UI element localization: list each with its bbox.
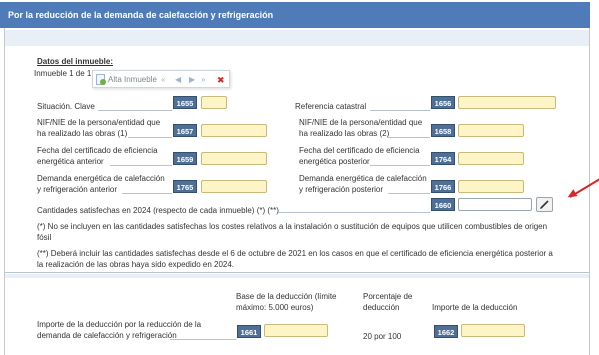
leader-line [110,165,172,166]
add-inmueble-button[interactable]: Alta Inmueble [108,74,157,85]
top-band [5,30,589,46]
add-icon [100,79,106,85]
leader-line [122,193,172,194]
code-1658: 1658 [431,124,455,137]
nif-obras-2-field[interactable] [458,124,524,137]
code-1660: 1660 [431,198,455,211]
demanda-posterior-field[interactable] [458,180,524,193]
base-deduccion-field[interactable] [264,324,328,337]
code-1766: 1766 [431,180,455,193]
dem-post-label-line2: y refrigeración posterior [299,185,384,194]
nif1-label-line2: ha realizado las obras (1) [37,129,128,138]
leader-line [370,110,430,111]
demanda-anterior-field[interactable] [201,180,267,193]
importe-deduccion-field[interactable] [461,324,525,337]
nif2-label-line2: ha realizado las obras (2) [299,129,390,138]
pencil-icon [540,200,549,209]
fecha-post-label-line2: energética posterior [299,157,370,166]
divider [5,272,589,273]
deduction-row-label-line2: demanda de calefacción y refrigeración [37,331,177,340]
col-pct-line2: deducción [363,303,400,312]
leader-line [98,110,172,111]
fecha-certificado-posterior-field[interactable] [458,152,524,165]
next-record-icon[interactable]: ▶ [189,71,195,89]
note-2-line1: (**) Deberá incluir las cantidades satis… [37,249,553,258]
fecha-post-label-line1: Fecha del certificado de eficiencia [299,146,420,155]
code-1662: 1662 [434,325,458,338]
col-importe: Importe de la deducción [432,303,518,312]
fecha-ant-label-line1: Fecha del certificado de eficiencia [37,146,158,155]
code-1656: 1656 [431,96,455,109]
note-1-line1: (*) No se incluyen en las cantidades sat… [37,222,548,231]
deduction-row-label-line1: Importe de la deducción por la reducción… [37,320,202,329]
leader-line [370,165,430,166]
referencia-label: Referencia catastral [295,102,367,111]
nif-obras-1-field[interactable] [201,124,267,137]
cantidades-label: Cantidades satisfechas en 2024 (respecto… [37,206,279,215]
previous-record-icon[interactable]: ◀ [175,71,181,89]
divider-band [5,274,589,278]
situacion-label: Situación. Clave [37,102,95,111]
leader-line [388,137,430,138]
note-1-line2: fósil [37,233,52,242]
last-record-icon[interactable]: » [201,71,205,89]
code-1659: 1659 [173,152,197,165]
first-record-icon[interactable]: « [161,71,165,89]
leader-line [388,193,430,194]
fecha-ant-label-line2: energética anterior [37,157,104,166]
cantidades-satisfechas-field[interactable] [458,198,532,211]
code-1765: 1765 [173,180,197,193]
leader-line [128,137,172,138]
code-1655: 1655 [173,96,197,109]
inmueble-counter: Inmueble 1 de 1 [34,69,92,78]
section-title: Datos del inmueble: [37,57,114,66]
code-1764: 1764 [431,152,455,165]
note-2-line2: la realización de las obras haya sido ex… [37,260,235,269]
dem-post-label-line1: Demanda energética de calefacción [299,174,427,183]
porcentaje-value: 20 por 100 [363,332,402,341]
dem-ant-label-line2: y refrigeración anterior [37,185,118,194]
section-header: Por la reducción de la demanda de calefa… [0,2,590,28]
code-1661: 1661 [237,325,261,338]
col-base-line2: máximo: 5.000 euros) [236,303,314,312]
code-1657: 1657 [173,124,197,137]
col-base-line1: Base de la deducción (límite [236,292,337,301]
delete-record-icon[interactable]: ✖ [217,73,225,87]
fecha-certificado-anterior-field[interactable] [201,152,267,165]
leader-line [170,339,236,340]
nif1-label-line1: NIF/NIE de la persona/entidad que [37,118,161,127]
referencia-catastral-field[interactable] [458,96,556,109]
col-pct-line1: Porcentaje de [363,292,413,301]
leader-line [278,212,430,213]
dem-ant-label-line1: Demanda energética de calefacción [37,174,165,183]
inmueble-navigator: Alta Inmueble « ◀ ▶ » ✖ [92,70,230,88]
nif2-label-line1: NIF/NIE de la persona/entidad que [299,118,423,127]
situacion-clave-field[interactable] [201,96,227,109]
edit-cantidades-button[interactable] [536,197,553,212]
